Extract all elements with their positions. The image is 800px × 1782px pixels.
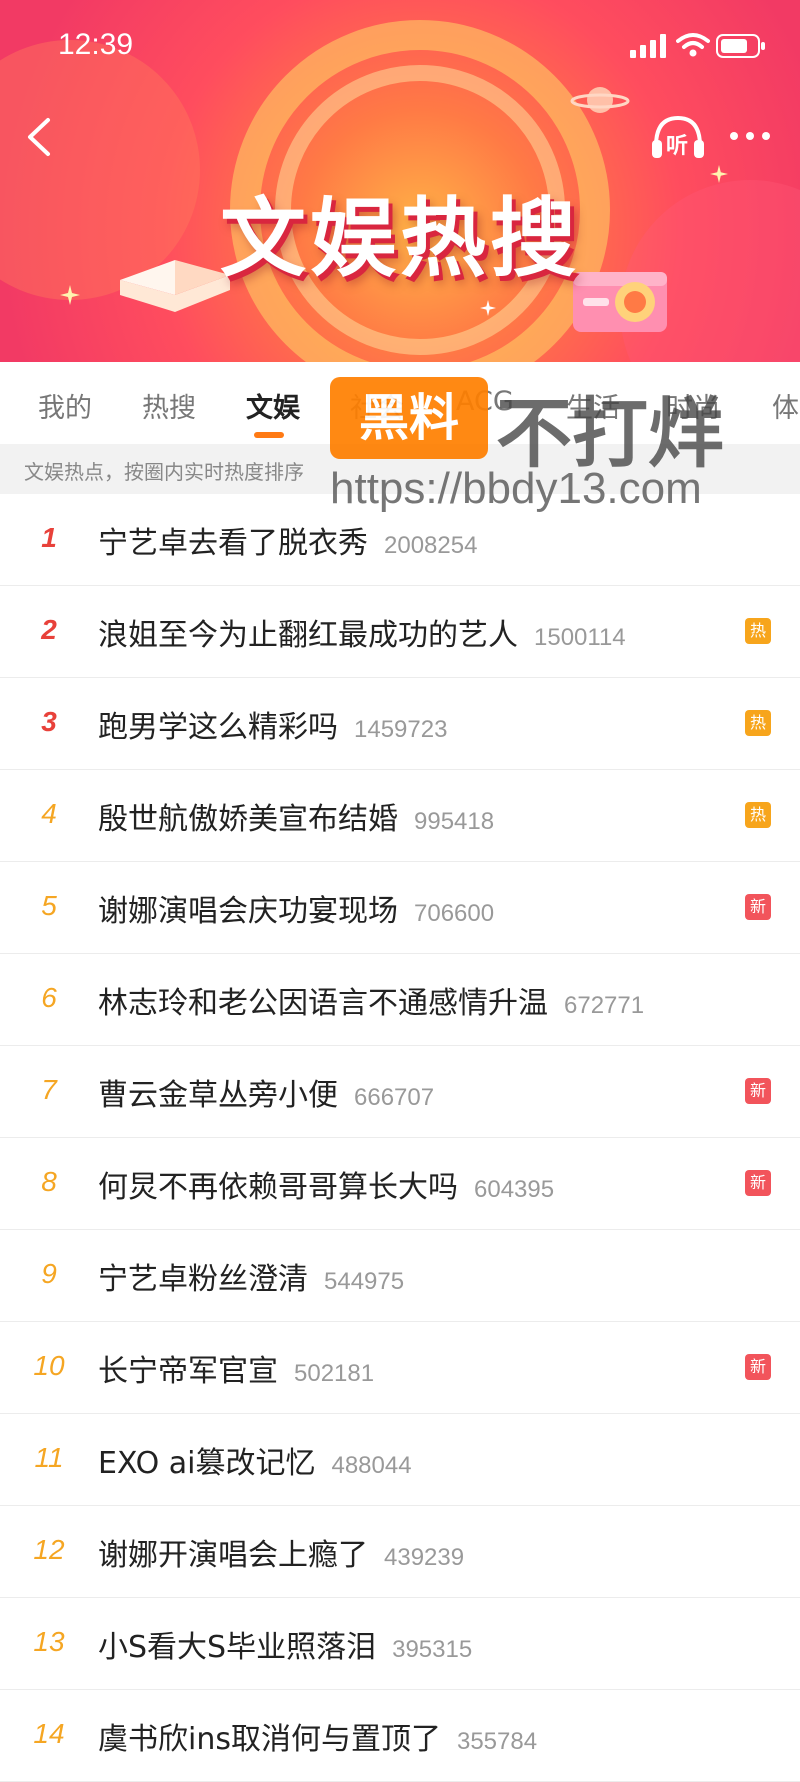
wifi-icon bbox=[676, 33, 710, 57]
tab-sports[interactable]: 体 bbox=[772, 386, 799, 425]
topic-title: 小S看大S毕业照落泪 395315 bbox=[98, 1630, 473, 1665]
hot-badge: 热 bbox=[745, 618, 771, 644]
back-icon[interactable] bbox=[16, 112, 66, 162]
hot-badge: 热 bbox=[745, 802, 771, 828]
listen-button[interactable]: 听 bbox=[650, 112, 706, 162]
hot-badge: 热 bbox=[745, 710, 771, 736]
topic-title: 何炅不再依赖哥哥算长大吗 604395 bbox=[98, 1170, 555, 1205]
heat-count: 2008254 bbox=[384, 532, 478, 559]
new-badge: 新 bbox=[745, 1354, 771, 1380]
list-item[interactable]: 14 虞书欣ins取消何与置顶了 355784 bbox=[0, 1690, 800, 1782]
new-badge: 新 bbox=[745, 1170, 771, 1196]
topic-title: 虞书欣ins取消何与置顶了 355784 bbox=[98, 1722, 538, 1757]
list-item[interactable]: 12 谢娜开演唱会上瘾了 439239 bbox=[0, 1506, 800, 1598]
heat-count: 995418 bbox=[414, 808, 495, 835]
list-item[interactable]: 4 殷世航傲娇美宣布结婚 995418 热 bbox=[0, 770, 800, 862]
watermark-badge: 黑料 bbox=[330, 377, 488, 459]
sparkle-icon bbox=[480, 300, 496, 316]
heat-count: 502181 bbox=[294, 1360, 375, 1387]
list-item[interactable]: 6 林志玲和老公因语言不通感情升温 672771 bbox=[0, 954, 800, 1046]
rank-number: 11 bbox=[34, 1442, 64, 1473]
heat-count: 706600 bbox=[414, 900, 495, 927]
rank-number: 1 bbox=[41, 522, 57, 553]
heat-count: 395315 bbox=[392, 1636, 473, 1663]
rank-number: 13 bbox=[33, 1626, 65, 1657]
list-item[interactable]: 9 宁艺卓粉丝澄清 544975 bbox=[0, 1230, 800, 1322]
rank-number: 9 bbox=[41, 1258, 57, 1289]
topic-title: 宁艺卓去看了脱衣秀 2008254 bbox=[98, 526, 478, 561]
page-title: 文娱热搜 bbox=[220, 189, 580, 289]
list-item[interactable]: 7 曹云金草丛旁小便 666707 新 bbox=[0, 1046, 800, 1138]
heat-count: 355784 bbox=[456, 1728, 538, 1755]
header-banner: 12:39 听 文娱热搜 bbox=[0, 0, 800, 362]
status-time: 12:39 bbox=[58, 28, 134, 61]
heat-count: 1459723 bbox=[354, 716, 448, 743]
topic-title: 谢娜演唱会庆功宴现场 706600 bbox=[98, 894, 495, 929]
new-badge: 新 bbox=[745, 1078, 771, 1104]
list-item[interactable]: 10 长宁帝军官宣 502181 新 bbox=[0, 1322, 800, 1414]
topic-title: EXO ai篡改记忆 488044 bbox=[98, 1446, 412, 1481]
info-text: 文娱热点，按圈内实时热度排序 bbox=[24, 460, 304, 484]
heat-count: 439239 bbox=[384, 1544, 465, 1571]
rank-number: 2 bbox=[41, 614, 57, 645]
listen-label: 听 bbox=[666, 134, 689, 159]
rank-number: 7 bbox=[41, 1074, 57, 1105]
rank-number: 5 bbox=[41, 890, 57, 921]
heat-count: 604395 bbox=[474, 1176, 555, 1203]
status-bar: 12:39 bbox=[0, 0, 800, 100]
more-icon[interactable] bbox=[726, 118, 774, 154]
list-item[interactable]: 3 跑男学这么精彩吗 1459723 热 bbox=[0, 678, 800, 770]
rank-number: 8 bbox=[41, 1166, 57, 1197]
rank-number: 14 bbox=[33, 1718, 65, 1749]
new-badge: 新 bbox=[745, 894, 771, 920]
tab-hot-search[interactable]: 热搜 bbox=[142, 386, 196, 425]
rank-number: 6 bbox=[41, 982, 57, 1013]
heat-count: 488044 bbox=[331, 1452, 412, 1479]
battery-icon bbox=[716, 34, 765, 58]
topic-title: 殷世航傲娇美宣布结婚 995418 bbox=[98, 802, 495, 837]
topic-title: 跑男学这么精彩吗 1459723 bbox=[98, 710, 448, 745]
list-item[interactable]: 13 小S看大S毕业照落泪 395315 bbox=[0, 1598, 800, 1690]
topic-title: 曹云金草丛旁小便 666707 bbox=[98, 1078, 435, 1113]
list-item[interactable]: 8 何炅不再依赖哥哥算长大吗 604395 新 bbox=[0, 1138, 800, 1230]
topic-title: 长宁帝军官宣 502181 bbox=[98, 1354, 375, 1389]
tab-entertainment[interactable]: 文娱 bbox=[246, 386, 300, 425]
tab-mine[interactable]: 我的 bbox=[38, 386, 92, 425]
rank-number: 10 bbox=[33, 1350, 65, 1381]
heat-count: 666707 bbox=[354, 1084, 435, 1111]
topic-title: 谢娜开演唱会上瘾了 439239 bbox=[98, 1538, 465, 1573]
watermark-url: https://bbdy13.com bbox=[330, 464, 702, 513]
cellular-signal-icon bbox=[630, 34, 666, 58]
list-item[interactable]: 11 EXO ai篡改记忆 488044 bbox=[0, 1414, 800, 1506]
list-item[interactable]: 5 谢娜演唱会庆功宴现场 706600 新 bbox=[0, 862, 800, 954]
hot-search-list: 1 宁艺卓去看了脱衣秀 2008254 2 浪姐至今为止翻红最成功的艺人 15001… bbox=[0, 494, 800, 1782]
rank-number: 12 bbox=[33, 1534, 65, 1565]
topic-title: 浪姐至今为止翻红最成功的艺人 1500114 bbox=[98, 618, 626, 653]
rank-number: 3 bbox=[41, 706, 57, 737]
heat-count: 672771 bbox=[564, 992, 645, 1019]
rank-number: 4 bbox=[41, 798, 57, 829]
list-item[interactable]: 2 浪姐至今为止翻红最成功的艺人 1500114 热 bbox=[0, 586, 800, 678]
heat-count: 1500114 bbox=[534, 624, 626, 651]
topic-title: 宁艺卓粉丝澄清 544975 bbox=[98, 1262, 405, 1297]
active-tab-indicator bbox=[254, 432, 284, 438]
topic-title: 林志玲和老公因语言不通感情升温 672771 bbox=[98, 986, 645, 1021]
heat-count: 544975 bbox=[324, 1268, 405, 1295]
